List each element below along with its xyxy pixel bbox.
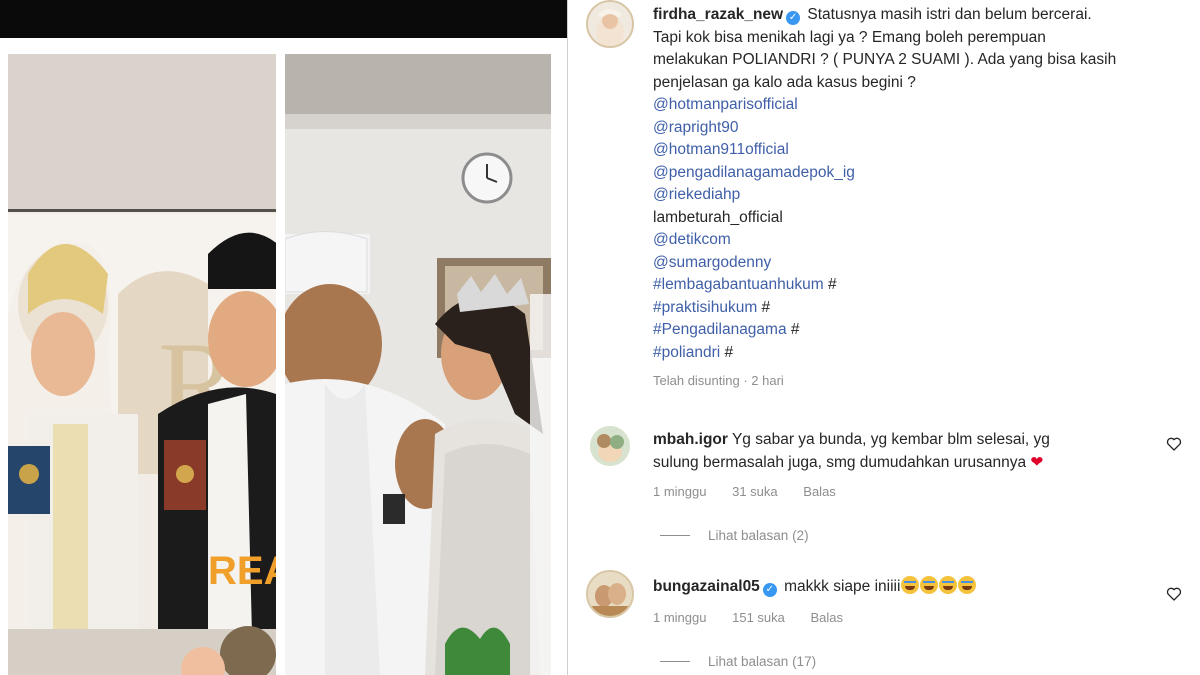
wedding-photo-left: R REA bbox=[8, 54, 276, 675]
caption-text-line: Statusnya masih istri dan belum bercerai… bbox=[807, 6, 1092, 23]
mention-link[interactable]: @riekediahp bbox=[653, 184, 1173, 207]
heart-outline-icon bbox=[1166, 437, 1182, 451]
mention-link[interactable]: @detikcom bbox=[653, 229, 1173, 252]
hashtag-line: #lembagabantuanhukum # bbox=[653, 274, 1173, 297]
comment-likes[interactable]: 31 suka bbox=[732, 484, 778, 499]
commenter-username[interactable]: mbah.igor bbox=[653, 431, 728, 448]
caption-line-1: firdha_razak_new ✓ Statusnya masih istri … bbox=[653, 4, 1173, 27]
comment-line: sulung bermasalah juga, smg dumudahkan u… bbox=[653, 452, 1153, 475]
comment-meta: 1 minggu 151 suka Balas bbox=[653, 610, 865, 625]
hashtag-suffix: # bbox=[720, 343, 734, 361]
mention-link[interactable]: @pengadilanagamadepok_ig bbox=[653, 162, 1173, 185]
view-replies-label: Lihat balasan (2) bbox=[708, 528, 809, 543]
commenter-avatar[interactable] bbox=[590, 426, 630, 466]
crying-laughing-emoji-icon bbox=[939, 576, 958, 594]
mention-link[interactable]: @hotmanparisofficial bbox=[653, 94, 1173, 117]
mention-link[interactable]: @hotman911official bbox=[653, 139, 1173, 162]
verified-badge-icon: ✓ bbox=[786, 11, 801, 25]
author-avatar-image bbox=[588, 2, 632, 46]
commenter-username[interactable]: bungazainal05 bbox=[653, 578, 760, 595]
view-replies-label: Lihat balasan (17) bbox=[708, 654, 817, 669]
hashtag-link[interactable]: #Pengadilanagama bbox=[653, 321, 787, 338]
comment-time: 1 minggu bbox=[653, 610, 707, 625]
reply-button[interactable]: Balas bbox=[811, 610, 844, 625]
hashtag-link[interactable]: #praktisihukum bbox=[653, 299, 757, 316]
caption-text-line: Tapi kok bisa menikah lagi ya ? Emang bo… bbox=[653, 28, 1046, 46]
post-caption: firdha_razak_new ✓ Statusnya masih istri … bbox=[653, 4, 1173, 393]
comment-likes[interactable]: 151 suka bbox=[732, 610, 785, 625]
hashtag-line: #poliandri # bbox=[653, 342, 1173, 365]
verified-badge-icon: ✓ bbox=[762, 583, 777, 597]
hashtag-line: #Pengadilanagama # bbox=[653, 319, 1173, 342]
edited-timestamp: Telah disunting · 2 hari bbox=[653, 373, 784, 388]
like-comment-heart-icon[interactable] bbox=[1166, 436, 1182, 452]
caption-text-line: penjelasan ga kalo ada kasus begini ? bbox=[653, 73, 916, 91]
view-replies-button[interactable]: Lihat balasan (2) bbox=[660, 528, 809, 543]
commenter-avatar[interactable] bbox=[586, 570, 634, 618]
caption-text-line: melakukan POLIANDRI ? ( PUNYA 2 SUAMI ).… bbox=[653, 51, 1117, 68]
media-top-bar bbox=[0, 0, 568, 38]
hashtag-link[interactable]: #lembagabantuanhukum bbox=[653, 276, 824, 293]
wedding-photo-right-illustration bbox=[285, 54, 551, 675]
replies-divider-line bbox=[660, 535, 690, 536]
pane-divider bbox=[567, 0, 568, 675]
author-avatar[interactable] bbox=[586, 0, 634, 48]
plain-mention-text: lambeturah_official bbox=[653, 208, 783, 226]
hashtag-suffix: # bbox=[757, 298, 771, 316]
view-replies-button[interactable]: Lihat balasan (17) bbox=[660, 654, 816, 669]
comment-line: mbah.igor Yg sabar ya bunda, yg kembar b… bbox=[653, 429, 1153, 452]
wedding-photo-left-illustration: R REA bbox=[8, 54, 276, 675]
hashtag-line: #praktisihukum # bbox=[653, 297, 1173, 320]
comment-text: sulung bermasalah juga, smg dumudahkan u… bbox=[653, 453, 1027, 471]
like-comment-heart-icon[interactable] bbox=[1166, 586, 1182, 602]
red-heart-emoji-icon: ❤ bbox=[1030, 453, 1044, 471]
hashtag-suffix: # bbox=[786, 321, 800, 338]
comment-text: makkk siape iniiii bbox=[784, 578, 901, 595]
heart-outline-icon bbox=[1166, 587, 1182, 601]
author-username[interactable]: firdha_razak_new bbox=[653, 6, 783, 23]
commenter-avatar-image bbox=[588, 572, 632, 616]
crying-laughing-emoji-icon bbox=[920, 576, 939, 594]
post-media[interactable]: R REA bbox=[0, 0, 568, 675]
comment-text: Yg sabar ya bunda, yg kembar blm selesai… bbox=[731, 431, 1050, 448]
wedding-photo-right bbox=[285, 54, 551, 675]
mention-link[interactable]: @sumargodenny bbox=[653, 252, 1173, 275]
replies-divider-line bbox=[660, 661, 690, 662]
comment-time: 1 minggu bbox=[653, 484, 707, 499]
reply-button[interactable]: Balas bbox=[803, 484, 836, 499]
hashtag-suffix: # bbox=[823, 276, 837, 293]
mention-link[interactable]: @rapright90 bbox=[653, 117, 1173, 140]
crying-laughing-emoji-icon bbox=[901, 576, 920, 594]
svg-text:REA: REA bbox=[208, 549, 276, 593]
hashtag-link[interactable]: #poliandri bbox=[653, 344, 720, 361]
commenter-avatar-image bbox=[590, 426, 630, 466]
comment-meta: 1 minggu 31 suka Balas bbox=[653, 484, 858, 499]
crying-laughing-emoji-icon bbox=[958, 576, 977, 594]
comment-body: mbah.igor Yg sabar ya bunda, yg kembar b… bbox=[653, 429, 1153, 474]
comment-body: bungazainal05 ✓ makkk siape iniiii bbox=[653, 576, 1153, 599]
